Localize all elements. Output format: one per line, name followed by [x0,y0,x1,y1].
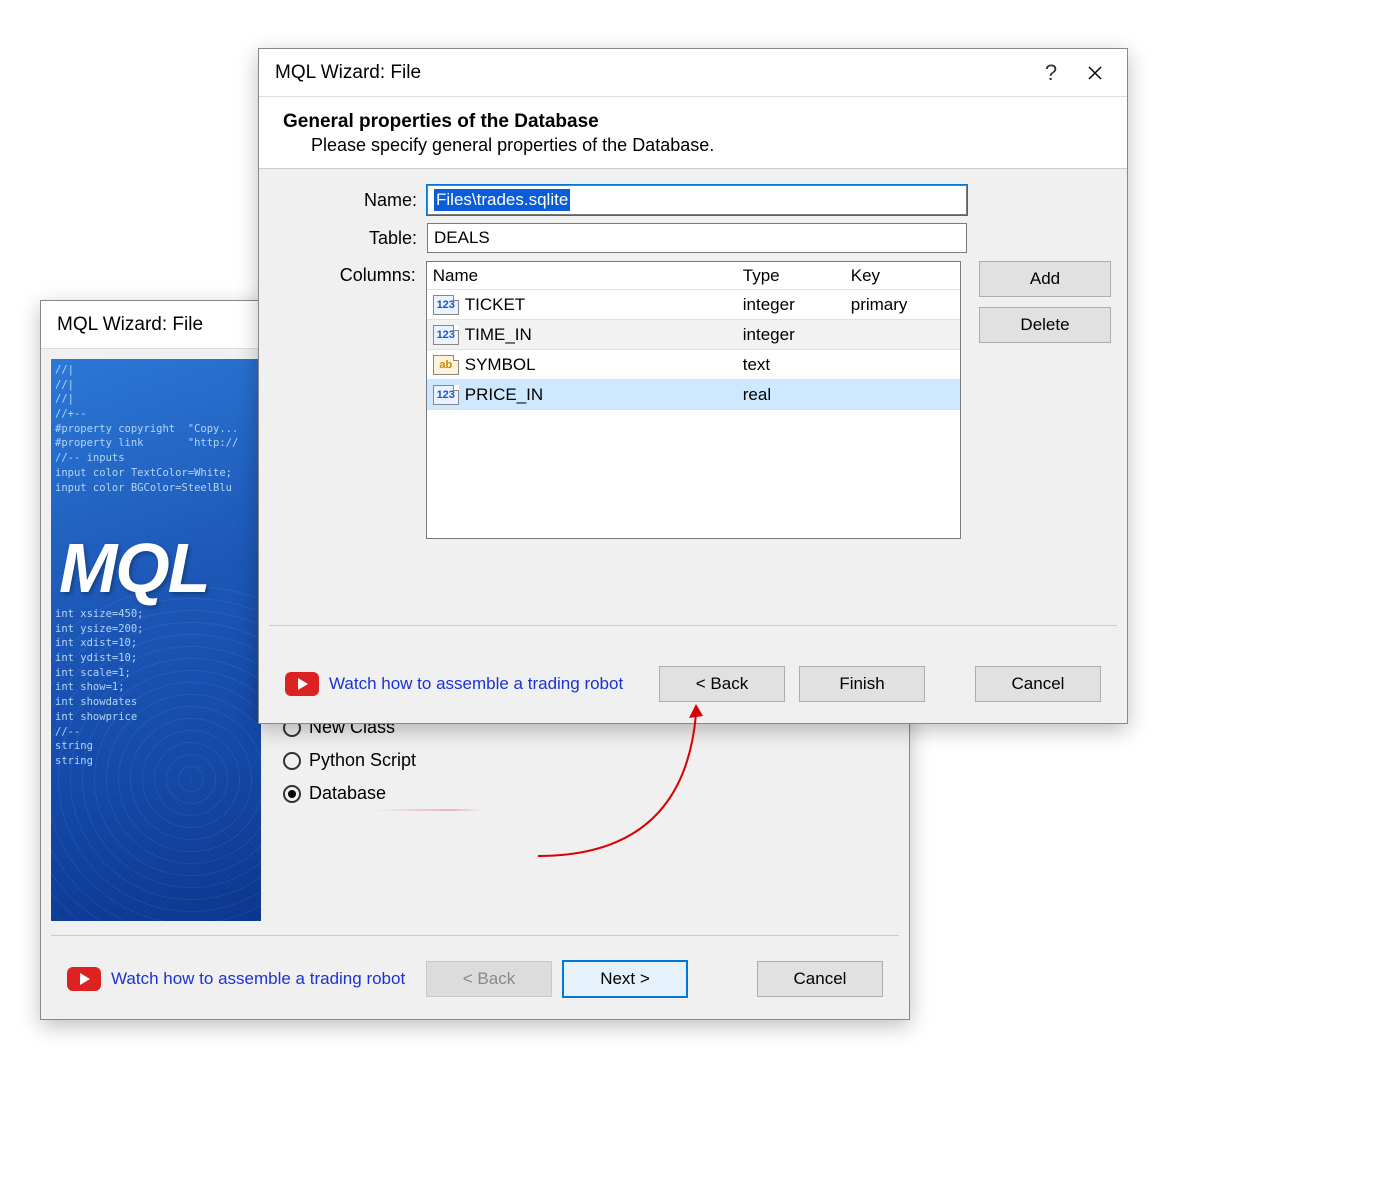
grid-header-row: Name Type Key [427,262,960,290]
mql-banner: //|//|//|//+--#property copyright "Copy.… [51,359,261,921]
integer-type-icon: 123 [433,325,459,345]
table-input[interactable]: DEALS [427,223,967,253]
cancel-button[interactable]: Cancel [975,666,1101,702]
mql-logo-text: MQL [59,519,209,617]
cell-name: TIME_IN [465,325,532,345]
window-title: MQL Wizard: File [275,62,1029,84]
delete-column-button[interactable]: Delete [979,307,1111,343]
cell-name: SYMBOL [465,355,536,375]
radio-database[interactable]: Database [283,783,416,804]
real-type-icon: 123 [433,385,459,405]
columns-grid[interactable]: Name Type Key 123 TICKET integer primary… [426,261,961,539]
close-button[interactable] [1073,54,1117,92]
project-type-radio-group: New Class Python Script Database [283,717,416,804]
radio-label: Database [309,783,386,804]
titlebar: MQL Wizard: File ? [259,49,1127,97]
footer: Watch how to assemble a trading robot < … [259,659,1127,709]
back-button: < Back [426,961,552,997]
col-header-key: Key [851,266,960,286]
decorative-line [373,809,483,811]
col-header-name: Name [427,266,743,286]
radio-python-script[interactable]: Python Script [283,750,416,771]
integer-type-icon: 123 [433,295,459,315]
name-label: Name: [275,190,427,211]
columns-label: Columns: [275,261,426,286]
cell-key: primary [851,295,960,315]
table-input-value: DEALS [434,228,490,248]
youtube-icon [67,967,101,991]
watch-video-link[interactable]: Watch how to assemble a trading robot [329,674,623,694]
radio-icon [283,785,301,803]
close-icon [1088,66,1102,80]
cell-name: TICKET [465,295,525,315]
cell-type: integer [743,325,851,345]
add-column-button[interactable]: Add [979,261,1111,297]
grid-row[interactable]: 123 TIME_IN integer [427,320,960,350]
footer: Watch how to assemble a trading robot < … [41,949,909,1009]
cell-name: PRICE_IN [465,385,543,405]
dialog-subheading: Please specify general properties of the… [311,135,1103,156]
grid-row[interactable]: ab SYMBOL text [427,350,960,380]
dialog-heading: General properties of the Database [283,111,1103,133]
help-button[interactable]: ? [1029,54,1073,92]
col-header-type: Type [743,266,851,286]
column-action-buttons: Add Delete [979,261,1111,343]
grid-row[interactable]: 123 PRICE_IN real [427,380,960,410]
divider [269,625,1117,626]
name-input[interactable]: Files\trades.sqlite [427,185,967,215]
dialog-header: General properties of the Database Pleas… [259,97,1127,169]
radio-label: Python Script [309,750,416,771]
wizard-db-properties-window: MQL Wizard: File ? General properties of… [258,48,1128,724]
next-button[interactable]: Next > [562,960,688,998]
cell-type: text [743,355,851,375]
cancel-button[interactable]: Cancel [757,961,883,997]
radio-icon [283,752,301,770]
grid-row[interactable]: 123 TICKET integer primary [427,290,960,320]
youtube-icon [285,672,319,696]
watch-video-link[interactable]: Watch how to assemble a trading robot [111,969,405,989]
text-type-icon: ab [433,355,459,375]
finish-button[interactable]: Finish [799,666,925,702]
back-button[interactable]: < Back [659,666,785,702]
divider [51,935,899,936]
table-label: Table: [275,228,427,249]
name-input-value: Files\trades.sqlite [434,189,570,211]
cell-type: real [743,385,851,405]
dialog-body: Name: Files\trades.sqlite Table: DEALS C… [259,169,1127,539]
cell-type: integer [743,295,851,315]
